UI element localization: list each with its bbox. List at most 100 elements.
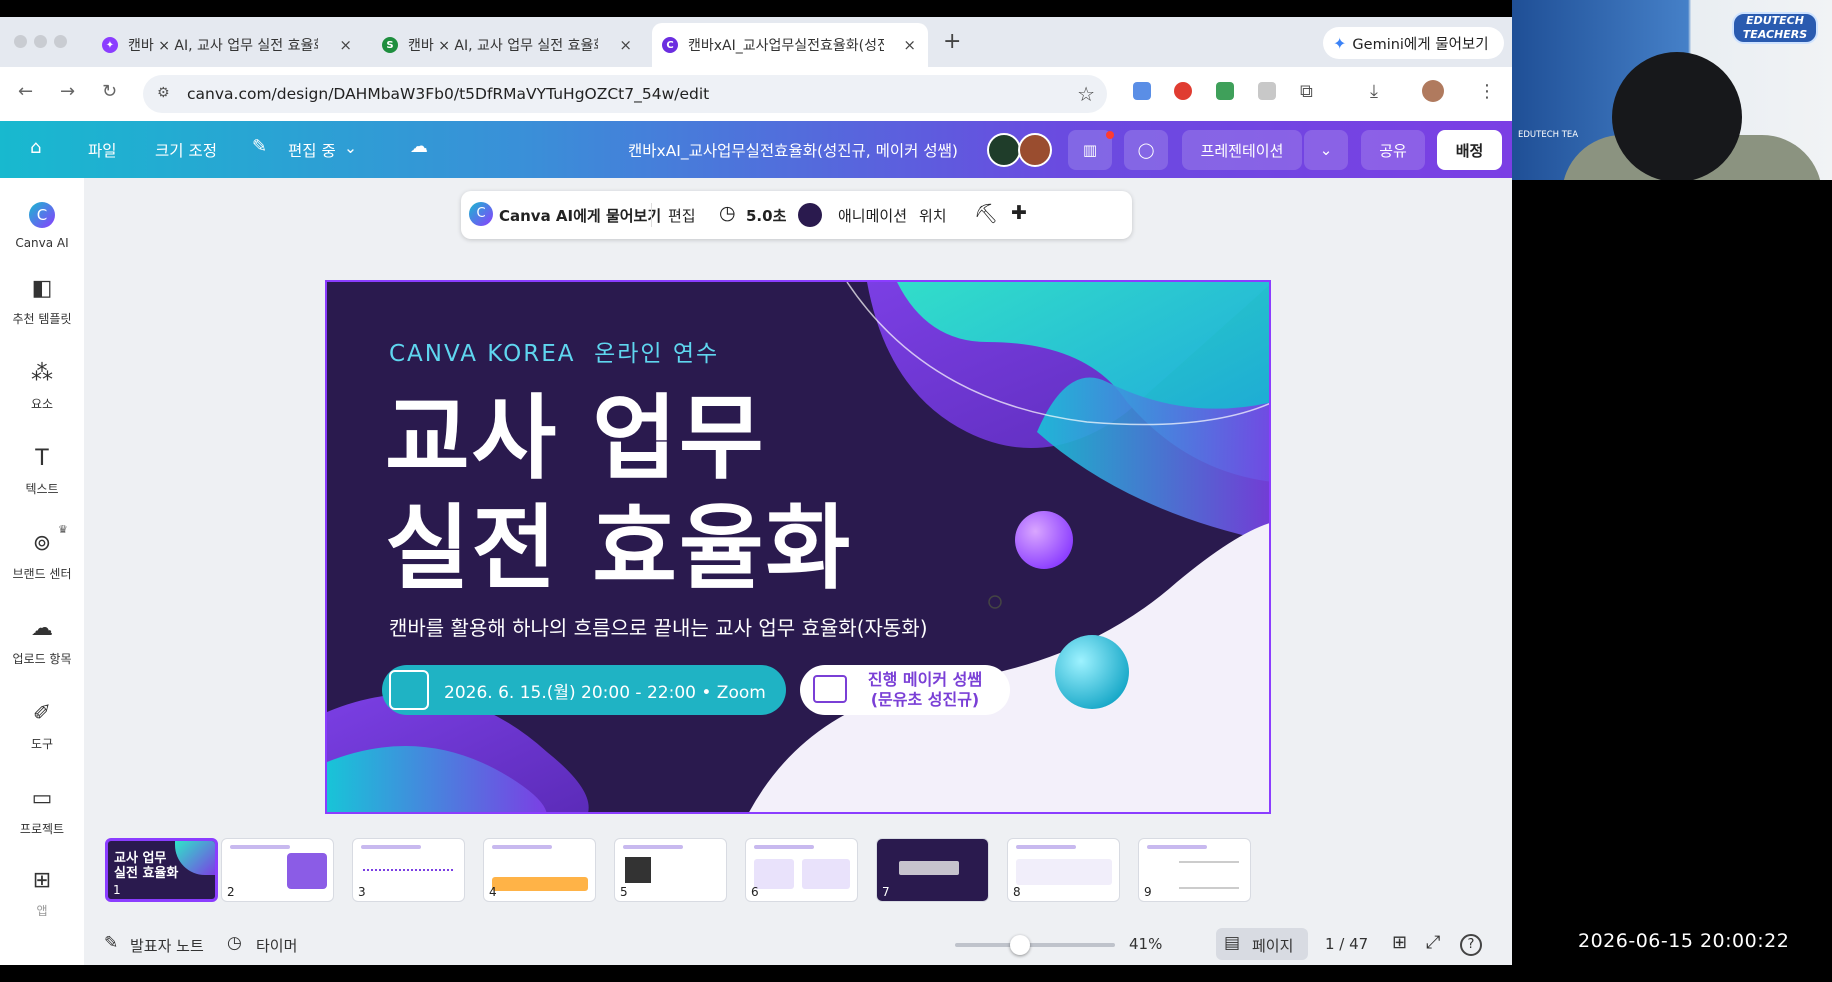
extension-1-icon[interactable] [1133, 82, 1151, 100]
zoom-level[interactable]: 41% [1129, 935, 1162, 953]
paint-roller-icon[interactable]: ⛏ [974, 202, 998, 225]
bookmark-star-icon[interactable]: ☆ [1077, 82, 1095, 106]
upload-icon: ☁ [31, 616, 53, 641]
forward-arrow-icon[interactable]: → [60, 81, 75, 102]
window-close-control[interactable] [14, 35, 27, 48]
edit-button[interactable]: 편집 [668, 205, 696, 226]
thumbnail-number: 6 [751, 885, 759, 899]
page-thumbnail-4[interactable]: 4 [483, 838, 596, 902]
document-title[interactable]: 캔바xAI_교사업무실전효율화(성진규, 메이커 성쌤) [628, 139, 958, 161]
tab-title: 캔바 × AI, 교사 업무 실전 효율화( [128, 38, 318, 54]
sidebar-item-brand[interactable]: ⊚ 브랜드 센터 ♛ [0, 523, 84, 582]
notification-dot [1106, 131, 1114, 139]
extension-2-icon[interactable] [1174, 82, 1192, 100]
folder-icon: ▭ [31, 786, 53, 811]
download-icon[interactable]: ⤓ [1370, 81, 1378, 102]
thumbnail-block [802, 859, 850, 889]
browser-tab-1[interactable]: ✦ 캔바 × AI, 교사 업무 실전 효율화( × [102, 23, 352, 67]
profile-avatar[interactable] [1422, 80, 1444, 102]
sidebar-item-templates[interactable]: ◧ 추천 템플릿 [0, 276, 84, 327]
extension-3-icon[interactable] [1216, 82, 1234, 100]
browser-menu-icon[interactable]: ⋮ [1478, 81, 1496, 102]
file-menu[interactable]: 파일 [88, 139, 117, 161]
page-thumbnail-9[interactable]: 9 [1138, 838, 1251, 902]
sidebar-item-canva-ai[interactable]: C Canva AI [0, 202, 84, 250]
brand-icon: ⊚ [32, 531, 52, 556]
presenter-notes-button[interactable]: 발표자 노트 [130, 935, 204, 956]
ask-canva-ai-button[interactable]: Canva AI에게 물어보기 [499, 205, 661, 226]
page-thumbnail-2[interactable]: 2 [221, 838, 334, 902]
extension-4-icon[interactable] [1258, 82, 1276, 100]
chevron-down-icon[interactable]: ⌄ [344, 139, 357, 157]
extensions-puzzle-icon[interactable]: ⧉ [1300, 81, 1313, 102]
publish-button[interactable]: 배정 [1437, 130, 1502, 170]
thumbnail-qr [625, 857, 651, 883]
window-zoom-control[interactable] [54, 35, 67, 48]
sidebar-item-text[interactable]: T 텍스트 [0, 446, 84, 497]
sidebar-item-projects[interactable]: ▭ 프로젝트 [0, 786, 84, 837]
animation-button[interactable]: 애니메이션 [838, 205, 907, 226]
sidebar-item-elements[interactable]: ⁂ 요소 [0, 361, 84, 412]
tab-close-icon[interactable]: × [339, 36, 352, 54]
page-counter[interactable]: 1 / 47 [1325, 935, 1368, 953]
zoom-slider-handle[interactable] [1010, 935, 1030, 955]
canva-ai-icon: C [469, 202, 493, 226]
canva-favicon-icon: ✦ [102, 37, 118, 53]
new-tab-button[interactable]: + [943, 29, 961, 54]
thumbnail-line [623, 845, 683, 849]
window-minimize-control[interactable] [34, 35, 47, 48]
home-icon[interactable]: ⌂ [30, 137, 41, 158]
position-button[interactable]: 위치 [919, 205, 947, 226]
present-button[interactable]: 프레젠테이션 [1182, 130, 1302, 170]
share-button[interactable]: 공유 [1361, 130, 1425, 170]
left-sidebar: C Canva AI ◧ 추천 템플릿 ⁂ 요소 T 텍스트 ⊚ 브랜드 센터 … [0, 178, 84, 965]
page-thumbnail-5[interactable]: 5 [614, 838, 727, 902]
share-label: 공유 [1379, 141, 1407, 160]
background-color-swatch[interactable] [798, 203, 822, 227]
sidebar-item-label: 텍스트 [25, 482, 59, 496]
page-thumbnail-6[interactable]: 6 [745, 838, 858, 902]
canva-header: ⌂ 파일 크기 조정 ✎ 편집 중 ⌄ ☁ 캔바xAI_교사업무실전효율화(성진… [0, 121, 1512, 178]
comments-button[interactable]: ◯ [1124, 130, 1168, 170]
page-thumbnail-1[interactable]: 교사 업무 실전 효율화 1 [105, 838, 218, 902]
editing-mode-menu[interactable]: 편집 중 [288, 139, 336, 161]
sidebar-item-uploads[interactable]: ☁ 업로드 항목 [0, 616, 84, 667]
add-comment-icon[interactable]: ✚ [1011, 202, 1027, 224]
collaborator-avatar[interactable] [987, 133, 1021, 167]
monitor-icon [813, 675, 847, 703]
thumbnail-number: 1 [113, 883, 121, 897]
resize-menu[interactable]: 크기 조정 [155, 139, 217, 161]
thumbnail-line [1147, 845, 1207, 849]
sidebar-item-label: 브랜드 센터 [12, 567, 72, 581]
page-thumbnail-3[interactable]: 3 [352, 838, 465, 902]
thumbnail-line [230, 845, 290, 849]
slide-canvas[interactable]: CANVA KOREA 온라인 연수 교사 업무 실전 효율화 캔바를 활용해 … [325, 280, 1271, 814]
browser-tab-2[interactable]: S 캔바 × AI, 교사 업무 실전 효율화( × [382, 23, 632, 67]
present-options-button[interactable]: ⌄ [1304, 130, 1348, 170]
sidebar-item-tools[interactable]: ✐ 도구 [0, 701, 84, 752]
thumbnail-line [361, 845, 421, 849]
tab-close-icon[interactable]: × [903, 36, 916, 54]
sidebar-item-label: 프로젝트 [19, 822, 65, 836]
help-icon[interactable]: ? [1460, 934, 1482, 956]
address-bar-row: ← → ↻ ⚙ canva.com/design/DAHMbaW3Fb0/t5D… [0, 67, 1512, 121]
reload-icon[interactable]: ↻ [102, 81, 117, 102]
timer-button[interactable]: 타이머 [256, 935, 297, 956]
zoom-slider[interactable] [955, 943, 1115, 947]
sidebar-item-apps[interactable]: ⊞ 앱 [0, 868, 84, 919]
back-arrow-icon[interactable]: ← [18, 81, 33, 102]
browser-tab-3-active[interactable]: C 캔바xAI_교사업무실전효율화(성진 × [652, 23, 928, 67]
gemini-button[interactable]: ✦ Gemini에게 물어보기 [1323, 27, 1504, 59]
cloud-saved-icon[interactable]: ☁ [410, 136, 428, 157]
toolbar-divider [651, 203, 652, 227]
duration-button[interactable]: 5.0초 [746, 205, 786, 226]
page-thumbnail-8[interactable]: 8 [1007, 838, 1120, 902]
url-bar[interactable]: ⚙ canva.com/design/DAHMbaW3Fb0/t5DfRMaVY… [143, 75, 1107, 113]
browser-window: ✦ 캔바 × AI, 교사 업무 실전 효율화( × S 캔바 × AI, 교사… [0, 17, 1512, 965]
grid-view-icon[interactable]: ⊞ [1392, 932, 1407, 953]
page-thumbnail-7[interactable]: 7 [876, 838, 989, 902]
tab-close-icon[interactable]: × [619, 36, 632, 54]
fullscreen-icon[interactable]: ⤢ [1426, 932, 1440, 953]
collaborator-avatar[interactable] [1018, 133, 1052, 167]
site-info-icon[interactable]: ⚙ [157, 85, 170, 101]
